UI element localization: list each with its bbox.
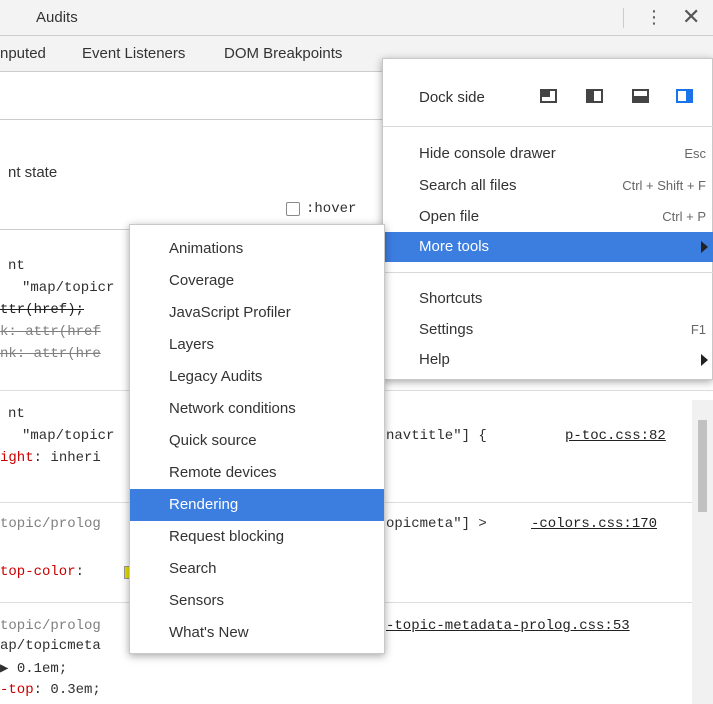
rule-1-selector-a: nt (8, 258, 25, 274)
rule-1-selector-b: "map/topicr (22, 280, 115, 296)
menu-separator (383, 272, 713, 273)
submenu-item-label: Layers (169, 336, 215, 353)
hover-state-label: :hover (306, 201, 357, 217)
submenu-item-label: Search (169, 560, 217, 577)
rule-1-overridden-1: ttr(href); (0, 302, 85, 318)
menu-item-settings[interactable]: Settings F1 (383, 315, 713, 345)
dock-bottom-icon[interactable] (632, 89, 649, 103)
tab-computed[interactable]: nputed (0, 45, 46, 62)
menu-item-search-all-files[interactable]: Search all files Ctrl + Shift + F (383, 171, 713, 201)
menu-item-shortcut: Ctrl + Shift + F (622, 178, 706, 193)
rule-2-selector-a: nt (8, 406, 25, 422)
rule-4-selector-a: topic/prolog (0, 618, 101, 634)
rule-4-declaration-1: ▶ 0.1em; (0, 661, 68, 677)
rule-3-source-link[interactable]: -colors.css:170 (531, 516, 657, 532)
submenu-item-request-blocking[interactable]: Request blocking (130, 521, 384, 553)
submenu-item-label: Network conditions (169, 400, 296, 417)
submenu-item-label: Coverage (169, 272, 235, 289)
dock-undock-icon[interactable] (540, 89, 557, 103)
rule-4-property: -top (0, 682, 34, 698)
menu-item-label: More tools (419, 238, 490, 255)
more-tools-submenu: Animations Coverage JavaScript Profiler … (129, 224, 385, 654)
menu-item-label: Hide console drawer (419, 145, 556, 162)
menu-item-help[interactable]: Help (383, 345, 713, 375)
submenu-item-label: Remote devices (169, 464, 277, 481)
tab-audits[interactable]: Audits (36, 9, 78, 26)
rule-4-value: : 0.3em; (33, 682, 101, 698)
rule-4-declaration-2: -top: 0.3em; (0, 682, 101, 698)
rule-3-selector-a: topic/prolog (0, 516, 101, 532)
submenu-item-rendering[interactable]: Rendering (130, 489, 384, 521)
menu-item-shortcut: Ctrl + P (662, 209, 706, 224)
submenu-arrow-icon (701, 354, 708, 366)
menu-item-shortcut: F1 (690, 322, 706, 337)
submenu-item-remote-devices[interactable]: Remote devices (130, 457, 384, 489)
menu-item-label: Help (419, 351, 450, 368)
menu-item-shortcut: Esc (684, 146, 706, 161)
rule-3-value: : (75, 564, 93, 580)
rule-1-overridden-3: nk: attr(hre (0, 346, 101, 362)
submenu-item-animations[interactable]: Animations (130, 233, 384, 265)
element-state-label: nt state (8, 164, 58, 181)
submenu-item-label: Request blocking (169, 528, 285, 545)
tab-event-listeners[interactable]: Event Listeners (82, 45, 185, 62)
rule-3-selector-b: opicmeta"] > (386, 516, 487, 532)
more-options-icon[interactable]: ⋮ (645, 6, 663, 28)
submenu-item-label: What's New (169, 624, 249, 641)
rule-2-declaration: ight: inheri (0, 450, 101, 466)
hover-checkbox[interactable] (286, 202, 300, 216)
menu-item-label: Settings (419, 321, 474, 338)
submenu-item-layers[interactable]: Layers (130, 329, 384, 361)
submenu-item-label: Legacy Audits (169, 368, 263, 385)
rule-1-overridden-2: k: attr(href (0, 324, 101, 340)
rule-2-value: : inheri (33, 450, 101, 466)
rule-2-selector-b: "map/topicr (22, 428, 115, 444)
dock-side-label: Dock side (419, 89, 485, 106)
menu-item-label: Search all files (419, 177, 517, 194)
menu-item-label: Open file (419, 208, 480, 225)
toolbar-divider (623, 8, 624, 28)
menu-item-hide-console-drawer[interactable]: Hide console drawer Esc (383, 139, 713, 169)
rule-2-source-link[interactable]: p-toc.css:82 (565, 428, 666, 444)
submenu-item-label: JavaScript Profiler (169, 304, 291, 321)
rule-3-property: top-color (0, 564, 76, 580)
dock-right-icon[interactable] (676, 89, 693, 103)
submenu-item-coverage[interactable]: Coverage (130, 265, 384, 297)
submenu-item-label: Quick source (169, 432, 257, 449)
submenu-item-sensors[interactable]: Sensors (130, 585, 384, 617)
rule-2-property: ight (0, 450, 34, 466)
tab-dom-breakpoints[interactable]: DOM Breakpoints (224, 45, 342, 62)
submenu-item-label: Animations (169, 240, 244, 257)
devtools-top-bar: Audits ⋮ ✕ (0, 0, 713, 36)
close-icon[interactable]: ✕ (682, 5, 700, 29)
submenu-item-network-conditions[interactable]: Network conditions (130, 393, 384, 425)
rule-4-source-link[interactable]: -topic-metadata-prolog.css:53 (386, 618, 630, 634)
devtools-main-menu: Dock side Hide console drawer Esc Search… (382, 58, 713, 380)
submenu-item-legacy-audits[interactable]: Legacy Audits (130, 361, 384, 393)
rule-2-selector-c: navtitle"] { (386, 428, 487, 444)
dock-left-icon[interactable] (586, 89, 603, 103)
styles-scrollbar-thumb[interactable] (698, 420, 707, 512)
rule-3-declaration: top-color: (0, 564, 92, 580)
submenu-item-whats-new[interactable]: What's New (130, 617, 384, 649)
submenu-item-quick-source[interactable]: Quick source (130, 425, 384, 457)
rule-4-selector-b: ap/topicmeta (0, 638, 101, 654)
menu-separator (383, 126, 713, 127)
submenu-item-javascript-profiler[interactable]: JavaScript Profiler (130, 297, 384, 329)
submenu-item-label: Sensors (169, 592, 225, 609)
menu-item-more-tools[interactable]: More tools (383, 232, 713, 262)
menu-item-shortcuts[interactable]: Shortcuts (383, 284, 713, 314)
submenu-item-search[interactable]: Search (130, 553, 384, 585)
menu-item-label: Shortcuts (419, 290, 483, 307)
menu-item-open-file[interactable]: Open file Ctrl + P (383, 202, 713, 232)
submenu-item-label: Rendering (169, 496, 239, 513)
submenu-arrow-icon (701, 241, 708, 253)
